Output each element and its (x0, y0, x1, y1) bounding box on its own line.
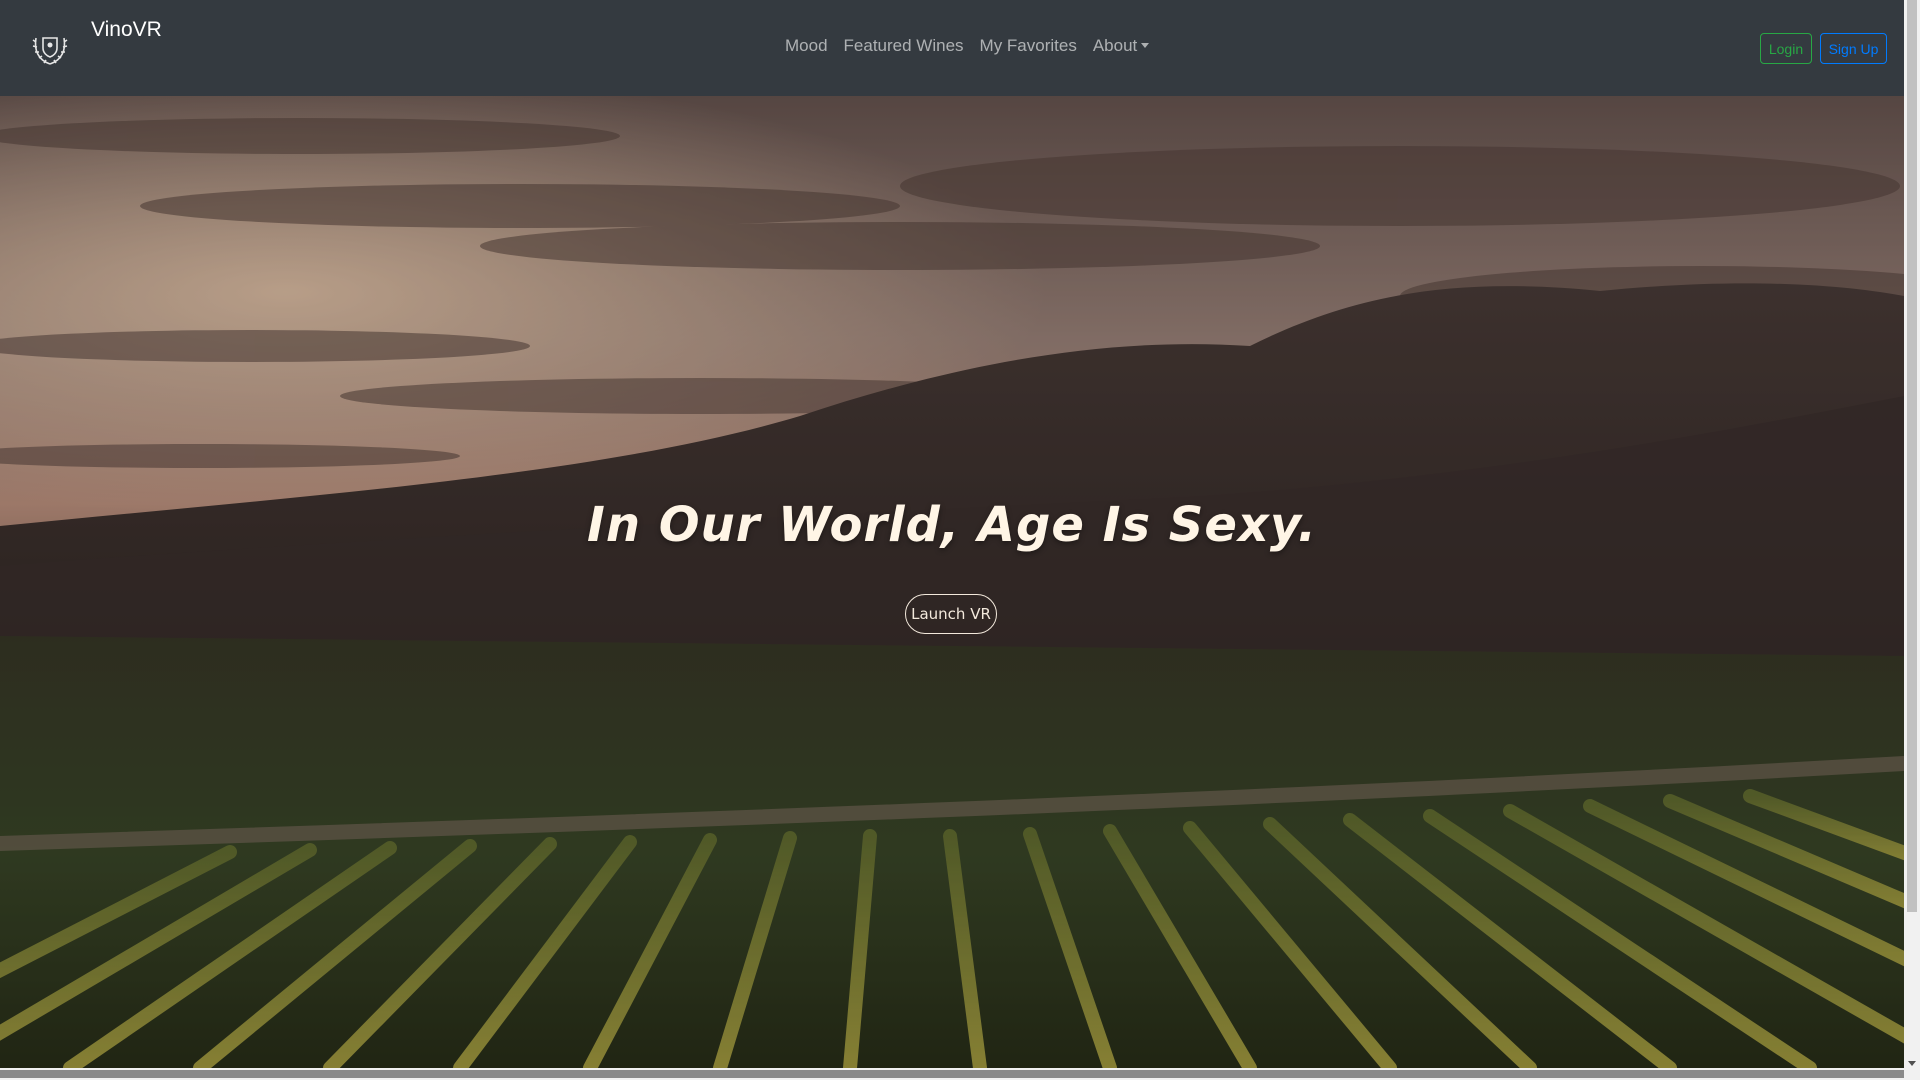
nav-item-about-label: About (1092, 36, 1138, 55)
horizontal-scrollbar[interactable] (0, 1068, 1920, 1080)
hero-background-image (0, 96, 1904, 1068)
nav-item-featured-wines[interactable]: Featured Wines (844, 36, 964, 56)
nav-item-mood[interactable]: Mood (785, 36, 828, 56)
nav-item-about[interactable]: About (1092, 36, 1150, 56)
hero-title: In Our World, Age Is Sexy. (587, 497, 1317, 553)
nav-item-my-favorites[interactable]: My Favorites (980, 36, 1077, 56)
laurel-crest-icon (32, 37, 68, 65)
signup-button[interactable]: Sign Up (1820, 33, 1887, 64)
brand-name: VinoVR (91, 18, 162, 41)
brand-link[interactable]: VinoVR (30, 16, 162, 68)
vertical-scrollbar[interactable] (1904, 0, 1920, 1068)
navbar: VinoVR Mood Featured Wines My Favorites … (0, 0, 1904, 96)
hero-section: In Our World, Age Is Sexy. Launch VR (0, 96, 1904, 1068)
scrollbar-thumb[interactable] (1907, 0, 1917, 912)
main-nav: Mood Featured Wines My Favorites About (785, 36, 1150, 56)
horizontal-scrollbar-thumb[interactable] (0, 1070, 1904, 1078)
launch-vr-button[interactable]: Launch VR (905, 594, 997, 634)
login-button[interactable]: Login (1760, 33, 1812, 64)
scroll-down-arrow-icon[interactable] (1908, 1061, 1916, 1066)
chevron-down-icon (1141, 43, 1150, 48)
